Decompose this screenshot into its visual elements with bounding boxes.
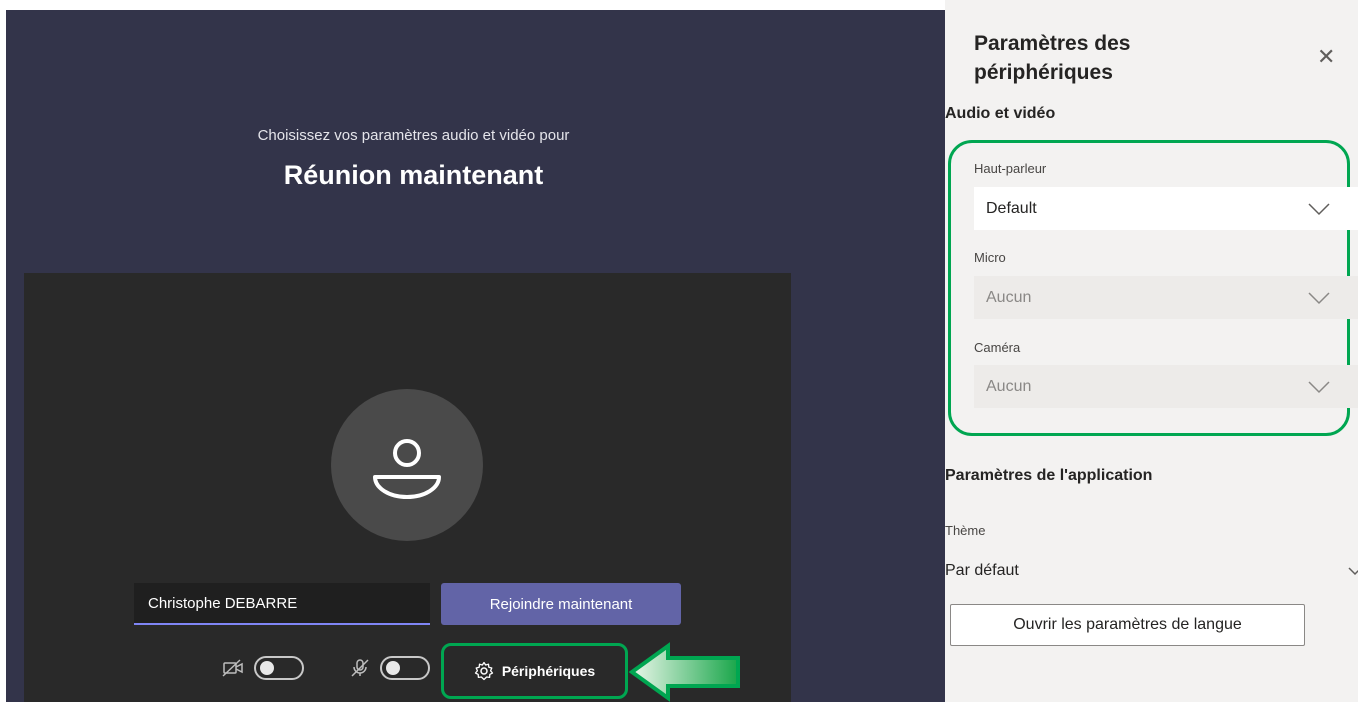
theme-value: Par défaut <box>945 562 1019 579</box>
mic-control <box>350 653 430 683</box>
avatar <box>331 389 483 541</box>
camera-label: Caméra <box>974 340 1021 355</box>
video-preview: Rejoindre maintenant <box>24 273 791 702</box>
app-settings-heading: Paramètres de l'application <box>945 467 1153 484</box>
gear-icon <box>474 661 493 681</box>
mic-select[interactable]: Aucun <box>974 276 1358 319</box>
mic-label: Micro <box>974 250 1006 265</box>
video-off-icon <box>222 659 243 677</box>
panel-title-line1: Paramètres des <box>974 32 1131 55</box>
pointer-arrow-icon <box>628 642 740 702</box>
video-control <box>222 653 304 683</box>
camera-select[interactable]: Aucun <box>974 365 1358 408</box>
devices-button[interactable]: Périphériques <box>441 643 628 699</box>
name-input[interactable] <box>134 583 430 625</box>
mic-value: Aucun <box>986 288 1032 306</box>
speaker-select[interactable]: Default <box>974 187 1358 230</box>
theme-label: Thème <box>945 523 986 538</box>
language-settings-button[interactable]: Ouvrir les paramètres de langue <box>950 604 1305 646</box>
mic-toggle[interactable] <box>380 656 430 680</box>
audio-video-heading: Audio et vidéo <box>945 105 1056 122</box>
speaker-label: Haut-parleur <box>974 161 1047 176</box>
prejoin-screen: Choisissez vos paramètres audio et vidéo… <box>6 10 945 702</box>
toggle-knob <box>260 661 274 675</box>
device-settings-panel: Paramètres des périphériques ✕ Audio et … <box>945 0 1358 702</box>
person-icon <box>373 439 441 499</box>
mic-off-icon <box>351 659 369 677</box>
toggle-knob <box>386 661 400 675</box>
prejoin-subtitle: Choisissez vos paramètres audio et vidéo… <box>257 127 570 144</box>
panel-title: Paramètres des périphériques <box>974 29 1130 87</box>
chevron-down-icon <box>1348 567 1358 576</box>
chevron-down-icon <box>1308 202 1330 215</box>
speaker-value: Default <box>986 199 1037 217</box>
close-icon[interactable]: ✕ <box>1317 44 1335 70</box>
video-toggle[interactable] <box>254 656 304 680</box>
devices-label: Périphériques <box>501 663 596 679</box>
camera-value: Aucun <box>986 377 1032 395</box>
chevron-down-icon <box>1308 291 1330 304</box>
meeting-title: Réunion maintenant <box>283 160 544 190</box>
panel-title-line2: périphériques <box>974 61 1113 84</box>
chevron-down-icon <box>1308 380 1330 393</box>
join-now-button[interactable]: Rejoindre maintenant <box>441 583 681 625</box>
theme-select[interactable]: Par défaut <box>945 553 1358 589</box>
